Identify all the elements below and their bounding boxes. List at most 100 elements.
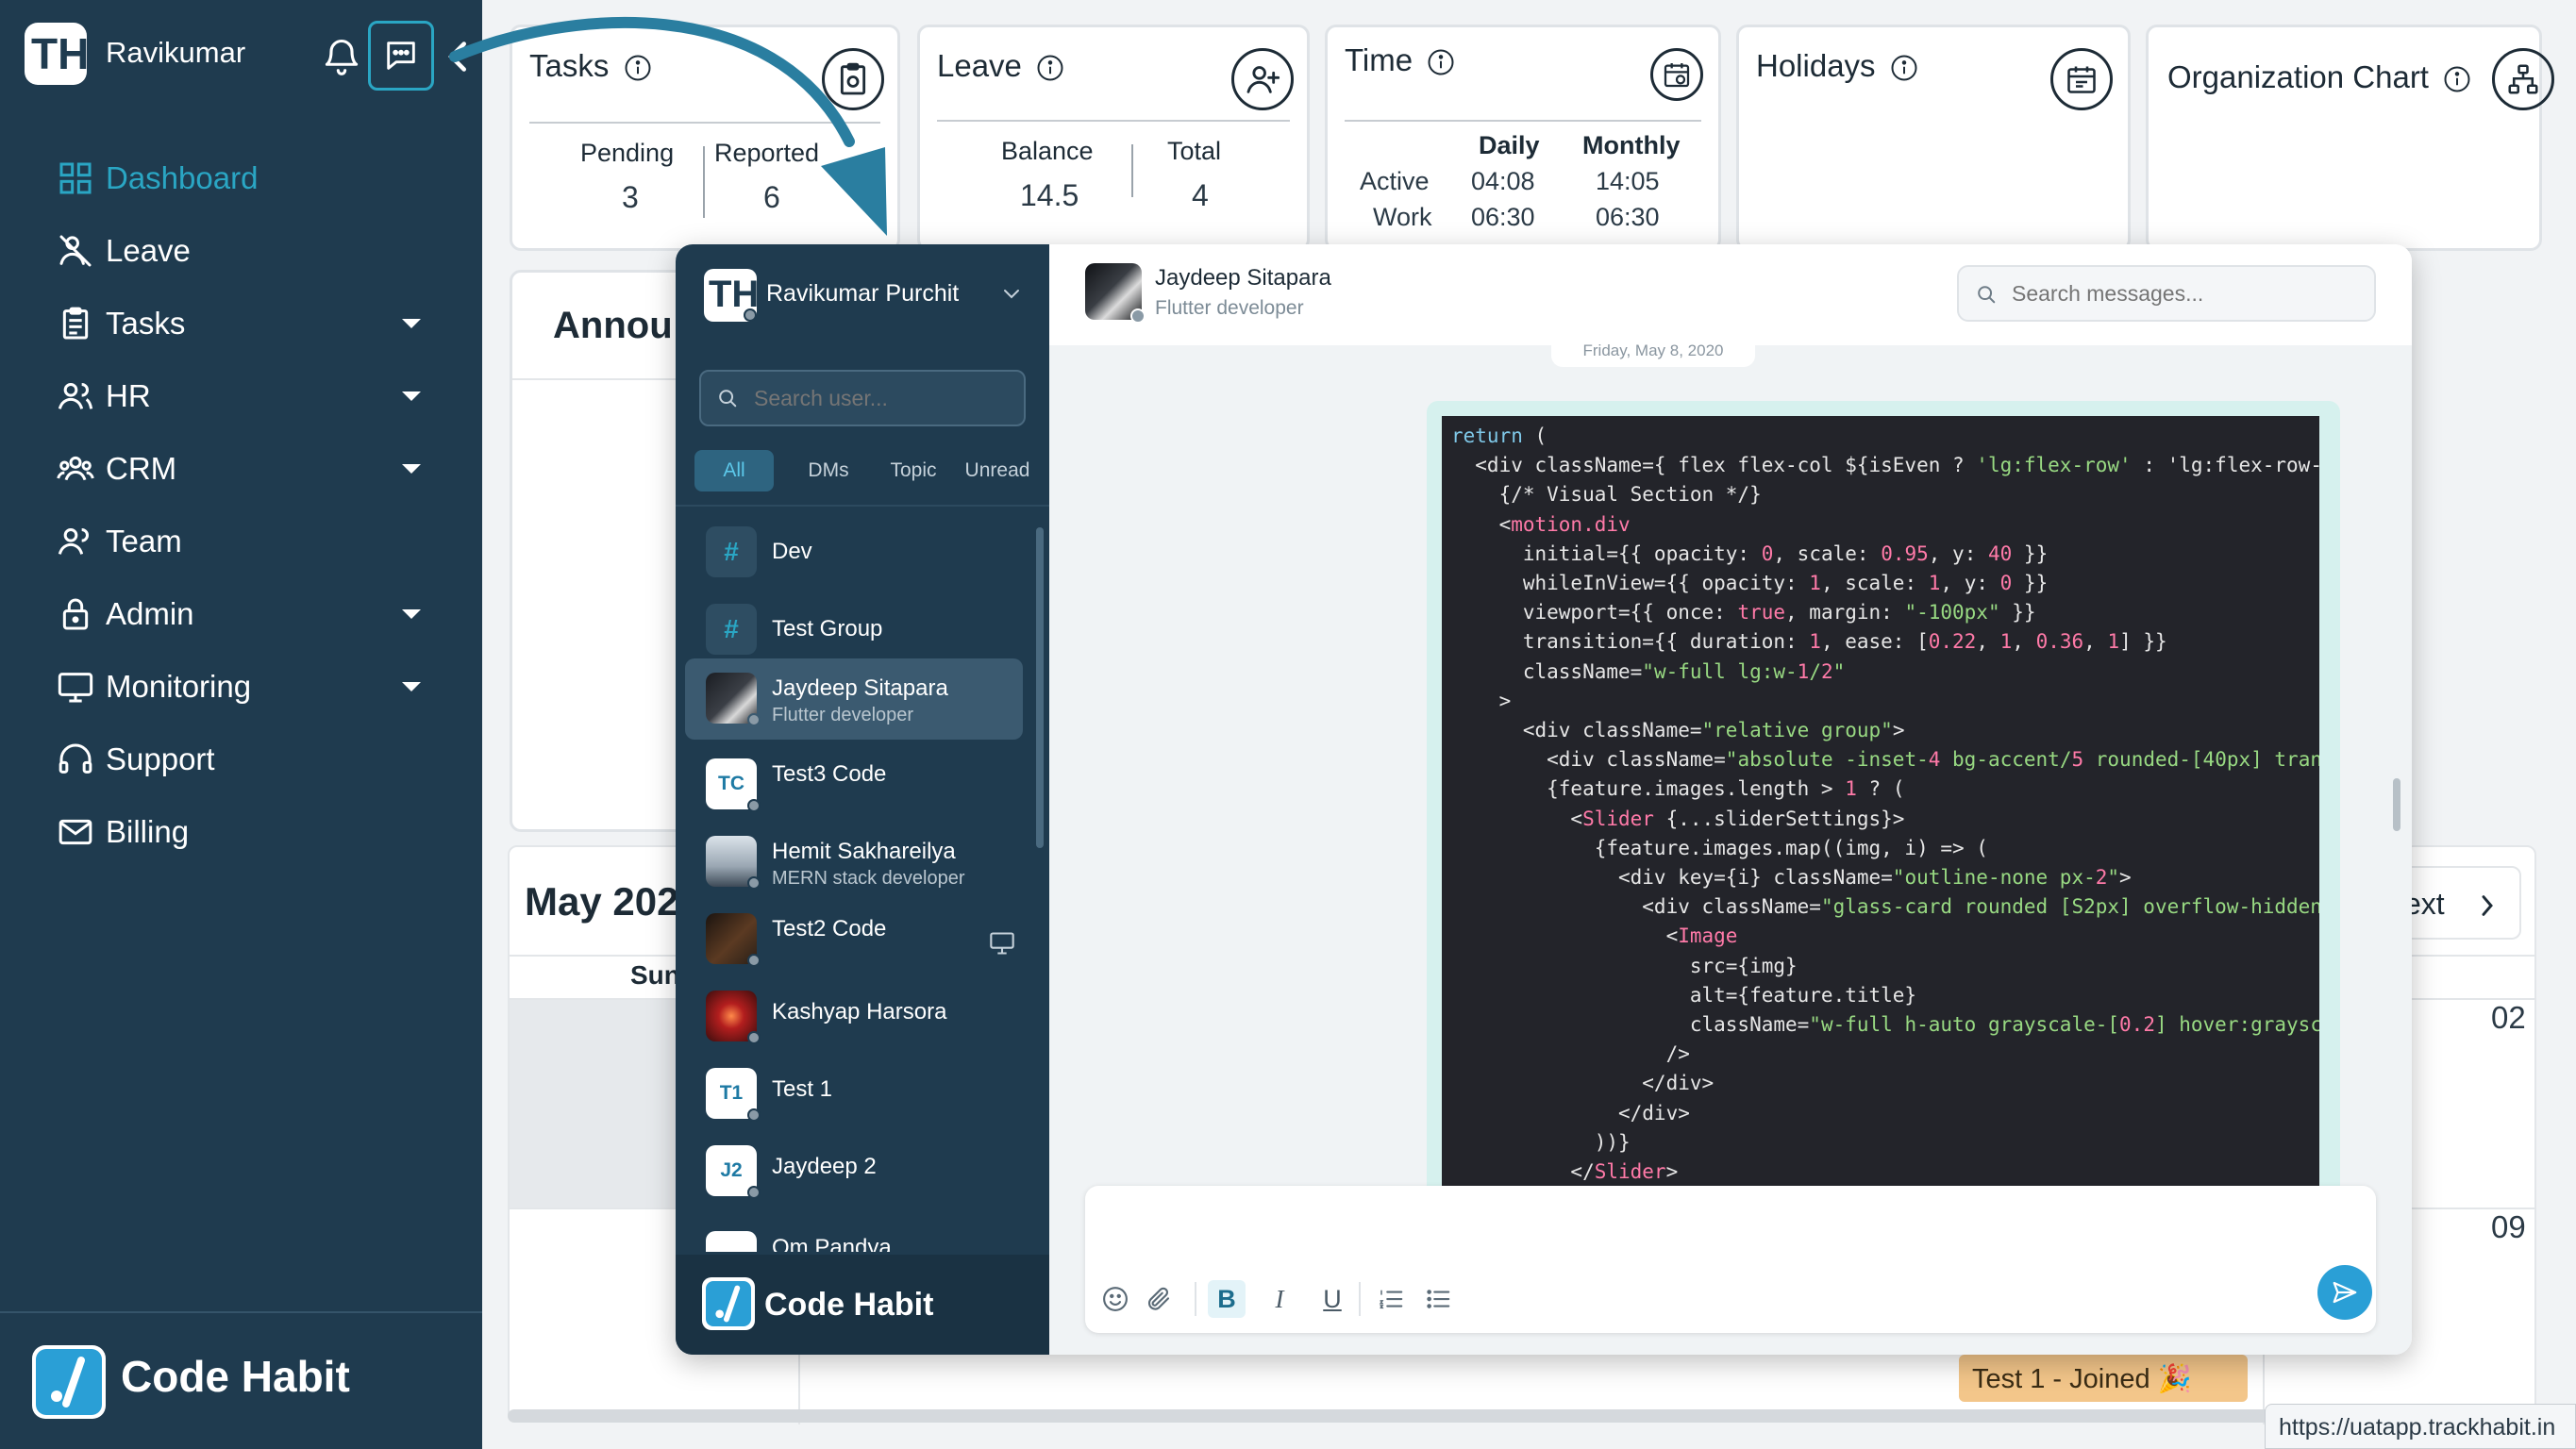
leave-card[interactable]: Leave Balance 14.5 Total 4 — [917, 25, 1310, 251]
brand-name: Code Habit — [121, 1352, 350, 1401]
sidebar-item-label: Support — [106, 741, 215, 776]
organization-chart-card[interactable]: Organization Chart — [2146, 25, 2554, 251]
send-button[interactable] — [2317, 1265, 2372, 1320]
sidebar-item-crm[interactable]: CRM — [0, 432, 482, 505]
hr-users-icon — [58, 382, 93, 409]
tasks-reported-label: Reported — [714, 139, 820, 167]
messages-scrollbar[interactable] — [2393, 778, 2400, 831]
dashboard-grid-icon — [59, 162, 92, 193]
sidebar-item-dashboard[interactable]: Dashboard — [0, 142, 482, 214]
tasks-card[interactable]: Tasks Pending 3 Reported 6 — [510, 25, 900, 251]
caret-down-icon — [402, 682, 421, 691]
date-separator: Friday, May 8, 2020 — [1551, 344, 1755, 367]
sidebar-item-monitoring[interactable]: Monitoring — [0, 650, 482, 723]
clipboard-settings-icon — [840, 62, 866, 95]
emoji-button[interactable] — [1096, 1280, 1134, 1318]
info-icon — [1428, 49, 1454, 75]
list-item[interactable]: Hemit Sakhareilya MERN stack developer — [685, 822, 1023, 897]
holidays-card-button[interactable] — [2050, 48, 2113, 110]
list-item[interactable]: Kashyap Harsora — [685, 976, 1023, 1052]
time-card-button[interactable] — [1650, 48, 1703, 101]
filter-topic[interactable]: Topic — [876, 450, 951, 491]
list-item[interactable]: # Dev — [685, 512, 1023, 588]
horizontal-scrollbar[interactable] — [508, 1409, 2300, 1423]
filter-all[interactable]: All — [694, 450, 774, 491]
list-item[interactable]: T1 Test 1 — [685, 1054, 1023, 1129]
tasks-reported-value: 6 — [763, 180, 780, 214]
holidays-card[interactable]: Holidays — [1736, 25, 2131, 251]
org-chart-icon — [2508, 64, 2538, 94]
calendar-day-02[interactable]: 02 — [2491, 1000, 2526, 1036]
calendar-clock-icon — [1664, 63, 1690, 88]
list-item[interactable]: Test2 Code — [685, 899, 1023, 974]
sidebar-item-billing[interactable]: Billing — [0, 795, 482, 868]
chat-brand-name: Code Habit — [764, 1287, 934, 1323]
sidebar-item-admin[interactable]: Admin — [0, 577, 482, 650]
list-item[interactable]: J2 Jaydeep 2 — [685, 1131, 1023, 1207]
time-card[interactable]: Time Daily Monthly Active Work 04:08 14:… — [1325, 25, 1721, 251]
code-message[interactable]: return ( <div className={ flex flex-col … — [1442, 416, 2319, 1201]
info-icon — [2444, 66, 2470, 92]
sidebar-item-label: Admin — [106, 595, 194, 631]
monitor-icon — [990, 932, 1014, 955]
bold-button[interactable]: B — [1208, 1280, 1246, 1318]
chat-brand-footer: Code Habit — [676, 1255, 1049, 1355]
sidebar-item-support[interactable]: Support — [0, 723, 482, 795]
org-card-button[interactable] — [2492, 48, 2554, 110]
filter-unread[interactable]: Unread — [955, 450, 1040, 491]
ordered-list-button[interactable] — [1372, 1280, 1410, 1318]
announcements-card: Annou — [510, 270, 698, 832]
filter-dms[interactable]: DMs — [791, 450, 866, 491]
leave-total-value: 4 — [1192, 178, 1209, 212]
avatar — [706, 1231, 757, 1252]
search-icon — [1978, 286, 1996, 304]
underline-button[interactable]: U — [1313, 1280, 1351, 1318]
sidebar-item-label: Tasks — [106, 305, 186, 341]
leave-card-title: Leave — [937, 48, 1064, 84]
time-card-title: Time — [1345, 42, 1455, 78]
sidebar-item-tasks[interactable]: Tasks — [0, 287, 482, 359]
main-sidebar: TH Ravikumar Dashboard Leave Tasks HR CR… — [0, 0, 482, 1449]
leave-balance-value: 14.5 — [1020, 178, 1079, 212]
sidebar-item-leave[interactable]: Leave — [0, 214, 482, 287]
calendar-day-09[interactable]: 09 — [2491, 1209, 2526, 1245]
message-composer[interactable]: B I U — [1085, 1186, 2376, 1333]
collapse-sidebar-button[interactable] — [443, 40, 472, 74]
status-url: https://uatapp.trackhabit.in — [2265, 1404, 2576, 1449]
send-icon — [2333, 1281, 2357, 1304]
search-user-input[interactable] — [699, 370, 1026, 426]
calendar-event[interactable]: Test 1 - Joined 🎉 — [1959, 1355, 2248, 1402]
tasks-pending-label: Pending — [580, 139, 675, 167]
hashtag-icon: # — [706, 604, 757, 655]
time-work-daily: 06:30 — [1471, 203, 1535, 231]
chat-user-avatar[interactable]: TH — [704, 269, 759, 322]
search-messages-input[interactable] — [1957, 265, 2376, 322]
list-item-selected[interactable]: Jaydeep Sitapara Flutter developer — [685, 658, 1023, 740]
paperclip-icon — [1147, 1287, 1170, 1310]
bullet-list-button[interactable] — [1419, 1280, 1457, 1318]
attach-button[interactable] — [1140, 1280, 1178, 1318]
leave-card-button[interactable] — [1231, 48, 1294, 110]
notifications-button[interactable] — [321, 36, 362, 77]
leave-icon — [59, 235, 92, 266]
list-item[interactable]: # Test Group — [685, 590, 1023, 665]
chat-bubble-icon — [387, 42, 415, 70]
list-item[interactable]: Om Pandya — [685, 1208, 1023, 1252]
time-monthly-label: Monthly — [1582, 131, 1681, 159]
sidebar-item-hr[interactable]: HR — [0, 359, 482, 432]
calendar-weekday-sun: Sun — [630, 960, 680, 990]
chat-conversation-pane: Jaydeep Sitapara Flutter developer Frida… — [1049, 244, 2412, 1355]
sidebar-item-team[interactable]: Team — [0, 505, 482, 577]
list-item[interactable]: TC Test3 Code — [685, 744, 1023, 820]
time-active-label: Active — [1360, 167, 1430, 195]
time-daily-label: Daily — [1479, 131, 1540, 159]
ordered-list-icon — [1379, 1290, 1403, 1309]
conversation-scrollbar[interactable] — [1036, 527, 1044, 848]
chat-current-user[interactable]: Ravikumar Purchit — [766, 280, 959, 308]
italic-button[interactable]: I — [1261, 1280, 1298, 1318]
holidays-card-title: Holidays — [1756, 48, 1918, 84]
time-active-monthly: 14:05 — [1596, 167, 1660, 195]
chat-toggle-button[interactable] — [368, 21, 434, 91]
tasks-card-button[interactable] — [822, 48, 884, 110]
chevron-down-icon[interactable] — [1002, 288, 1021, 301]
